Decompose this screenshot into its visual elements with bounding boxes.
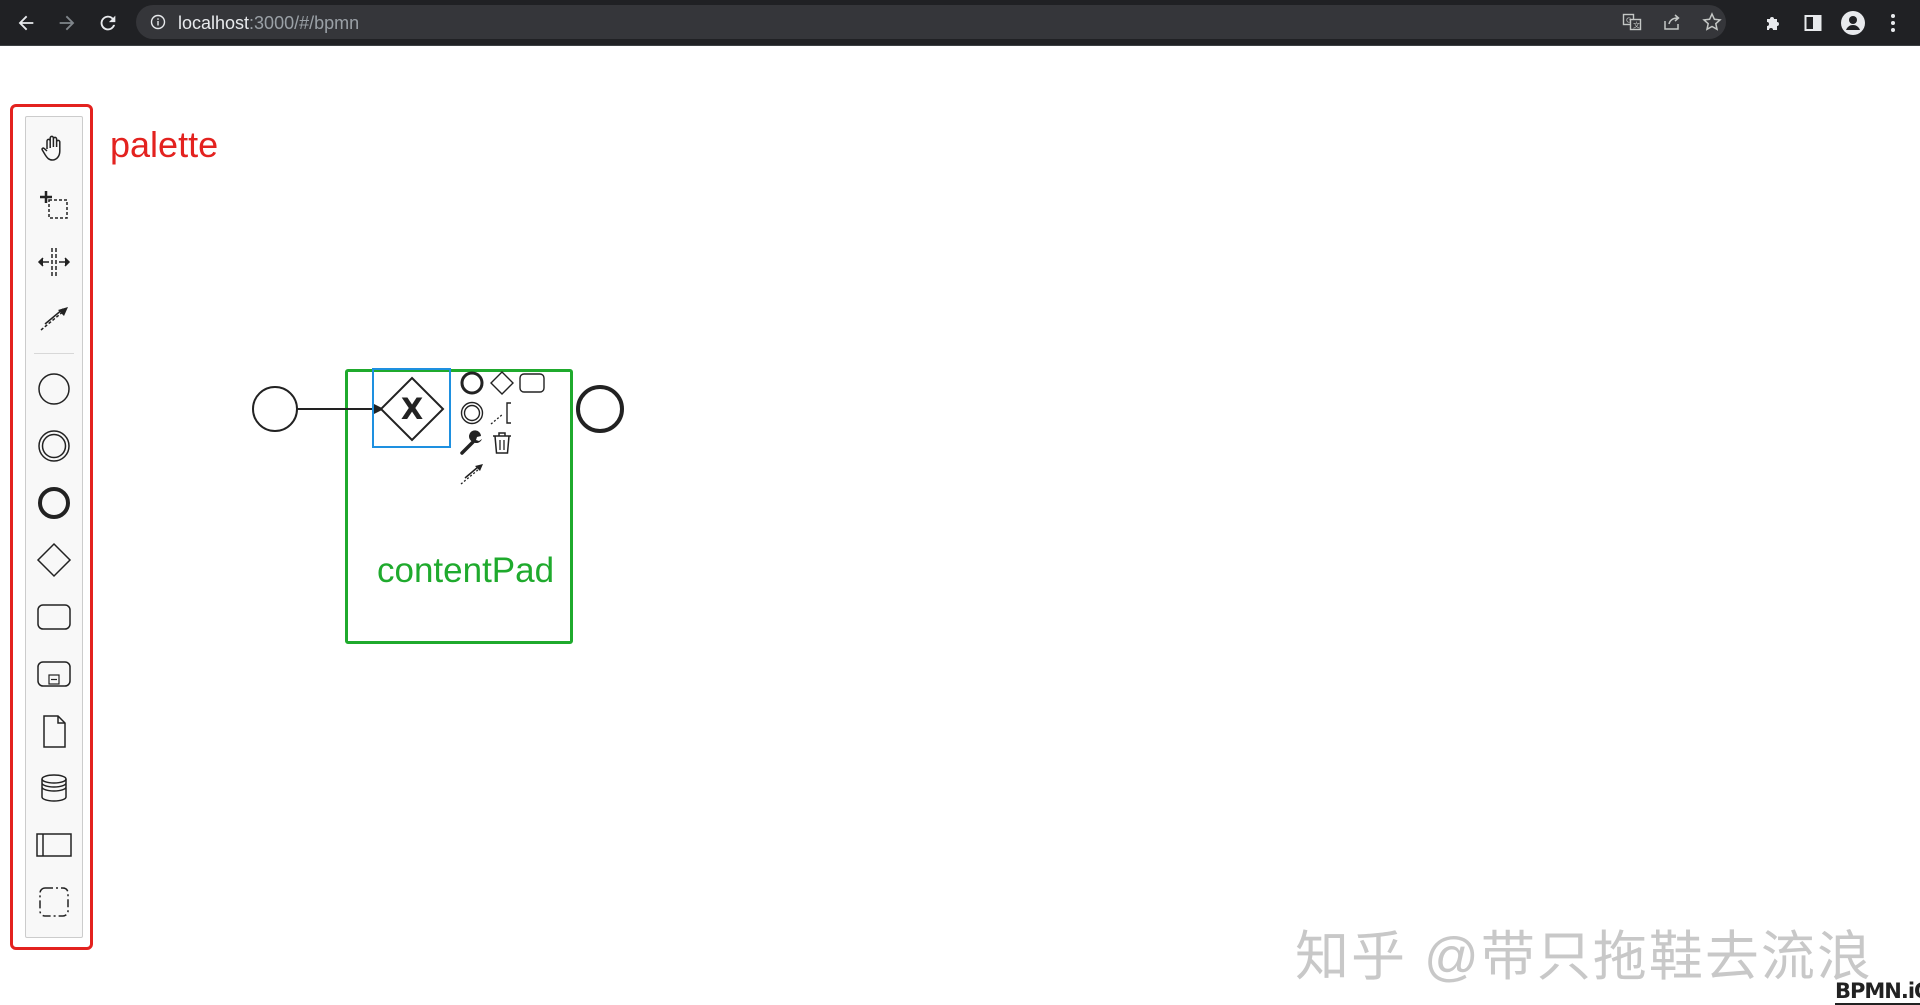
- start-event-icon[interactable]: [30, 365, 78, 413]
- star-icon[interactable]: [1700, 10, 1724, 34]
- end-event-icon[interactable]: [30, 479, 78, 527]
- append-gateway-icon[interactable]: [489, 370, 515, 396]
- more-vert-icon[interactable]: [1877, 7, 1909, 39]
- contentpad-annotation-label: contentPad: [377, 551, 555, 590]
- bpmn-canvas[interactable]: palette contentPad X 知乎 @带只拖鞋去流浪 BPMN.iO: [0, 46, 1920, 1005]
- task-icon[interactable]: [30, 593, 78, 641]
- hand-tool-icon[interactable]: [30, 124, 78, 172]
- data-store-icon[interactable]: [30, 764, 78, 812]
- group-icon[interactable]: [30, 878, 78, 926]
- extensions-icon[interactable]: [1757, 7, 1789, 39]
- url-path: :3000/#/bpmn: [249, 13, 360, 33]
- append-intermediate-event-icon[interactable]: [459, 400, 485, 426]
- profile-icon[interactable]: [1837, 7, 1869, 39]
- share-icon[interactable]: [1660, 10, 1684, 34]
- data-object-icon[interactable]: [30, 707, 78, 755]
- append-text-annotation-icon[interactable]: [489, 400, 515, 426]
- connect-icon[interactable]: [459, 460, 485, 486]
- replace-wrench-icon[interactable]: [459, 430, 485, 456]
- global-connect-tool-icon[interactable]: [30, 295, 78, 343]
- svg-text:G: G: [1626, 17, 1631, 25]
- delete-trash-icon[interactable]: [489, 430, 515, 456]
- translate-icon[interactable]: G文: [1620, 10, 1644, 34]
- bpmn-io-logo[interactable]: BPMN.iO: [1835, 979, 1920, 1005]
- reload-icon[interactable]: [92, 7, 124, 39]
- back-arrow-icon[interactable]: [10, 7, 42, 39]
- browser-toolbar: localhost:3000/#/bpmn G文: [0, 0, 1920, 46]
- info-icon[interactable]: [150, 14, 166, 35]
- end-event[interactable]: [576, 385, 624, 433]
- append-end-event-icon[interactable]: [459, 370, 485, 396]
- subprocess-icon[interactable]: [30, 650, 78, 698]
- diagram-layer: [252, 368, 624, 448]
- start-event[interactable]: [252, 386, 298, 432]
- lasso-tool-icon[interactable]: [30, 181, 78, 229]
- space-tool-icon[interactable]: [30, 238, 78, 286]
- gateway-marker: X: [400, 392, 424, 426]
- url-text: localhost:3000/#/bpmn: [178, 13, 359, 34]
- forward-arrow-icon[interactable]: [51, 7, 83, 39]
- url-host: localhost: [178, 13, 250, 33]
- participant-icon[interactable]: [30, 821, 78, 869]
- watermark-text: 知乎 @带只拖鞋去流浪: [1295, 927, 1873, 987]
- palette-annotation-label: palette: [110, 124, 219, 165]
- append-task-icon[interactable]: [519, 370, 545, 396]
- svg-text:文: 文: [1633, 21, 1640, 30]
- address-bar[interactable]: localhost:3000/#/bpmn G文: [136, 5, 1726, 39]
- palette: [25, 116, 83, 938]
- gateway-icon[interactable]: [30, 536, 78, 584]
- palette-separator: [34, 353, 74, 354]
- intermediate-event-icon[interactable]: [30, 422, 78, 470]
- side-panel-icon[interactable]: [1797, 7, 1829, 39]
